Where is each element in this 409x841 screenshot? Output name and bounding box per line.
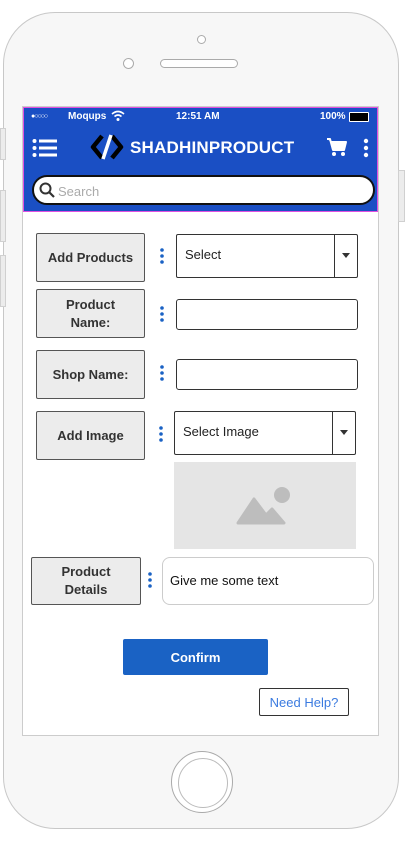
dropdown-arrow-icon[interactable]	[334, 235, 357, 277]
shop-name-text: Shop Name:	[52, 366, 129, 382]
more-vertical-icon[interactable]	[362, 138, 370, 158]
product-name-field[interactable]	[176, 299, 358, 330]
more-vertical-icon[interactable]	[159, 305, 165, 323]
product-select[interactable]: Select	[176, 234, 358, 278]
toolbar: SHADHINPRODUCT	[24, 126, 378, 168]
phone-speaker	[160, 59, 238, 68]
app-bar: ●○○○○ Moqups 12:51 AM 100% SHADHINPRODUC…	[23, 107, 378, 212]
add-image-text: Add Image	[57, 427, 124, 443]
phone-side-button	[0, 255, 6, 307]
add-products-label[interactable]: Add Products	[36, 233, 145, 282]
more-vertical-icon[interactable]	[158, 425, 164, 443]
need-help-button[interactable]: Need Help?	[259, 688, 349, 716]
more-vertical-icon[interactable]	[147, 571, 153, 589]
battery-icon	[349, 112, 369, 122]
status-bar: ●○○○○ Moqups 12:51 AM 100%	[24, 108, 378, 126]
more-vertical-icon[interactable]	[159, 364, 165, 382]
search-bar[interactable]	[32, 175, 375, 205]
wifi-icon	[111, 110, 125, 121]
signal-indicator: ●○○○○	[31, 113, 48, 120]
shop-name-field[interactable]	[176, 359, 358, 390]
confirm-label: Confirm	[170, 649, 221, 665]
phone-side-button	[0, 190, 6, 242]
app-screen: ●○○○○ Moqups 12:51 AM 100% SHADHINPRODUC…	[22, 106, 379, 736]
search-input[interactable]	[56, 180, 360, 202]
search-icon	[39, 182, 55, 198]
product-details-label: Product Details	[31, 557, 141, 605]
add-products-text: Add Products	[47, 249, 134, 265]
phone-side-button	[0, 128, 6, 160]
home-button[interactable]	[171, 751, 233, 813]
shop-name-label: Shop Name:	[36, 350, 145, 399]
carrier-name: Moqups	[68, 111, 107, 122]
phone-camera	[197, 35, 206, 44]
app-title: SHADHINPRODUCT	[130, 138, 295, 157]
product-details-value: Give me some text	[170, 573, 279, 588]
cart-icon[interactable]	[326, 137, 348, 157]
status-time: 12:51 AM	[176, 111, 220, 122]
phone-power-button	[398, 170, 405, 222]
product-name-text: Product Name:	[65, 296, 116, 330]
image-select[interactable]: Select Image	[174, 411, 356, 455]
battery-percent: 100%	[320, 111, 346, 122]
product-name-label: Product Name:	[36, 289, 145, 338]
need-help-label: Need Help?	[269, 694, 339, 710]
image-select-value: Select Image	[183, 424, 259, 439]
dropdown-arrow-icon[interactable]	[332, 412, 355, 454]
phone-sensor	[123, 58, 134, 69]
confirm-button[interactable]: Confirm	[123, 639, 268, 675]
logo-icon	[90, 134, 124, 160]
product-details-textarea[interactable]: Give me some text	[162, 557, 374, 605]
add-image-label[interactable]: Add Image	[36, 411, 145, 460]
image-placeholder-icon	[236, 487, 290, 525]
more-vertical-icon[interactable]	[159, 247, 165, 265]
product-select-value: Select	[185, 247, 222, 262]
product-details-text: Product Details	[61, 564, 111, 597]
hamburger-menu-icon[interactable]	[32, 138, 58, 158]
image-placeholder[interactable]	[174, 462, 356, 549]
